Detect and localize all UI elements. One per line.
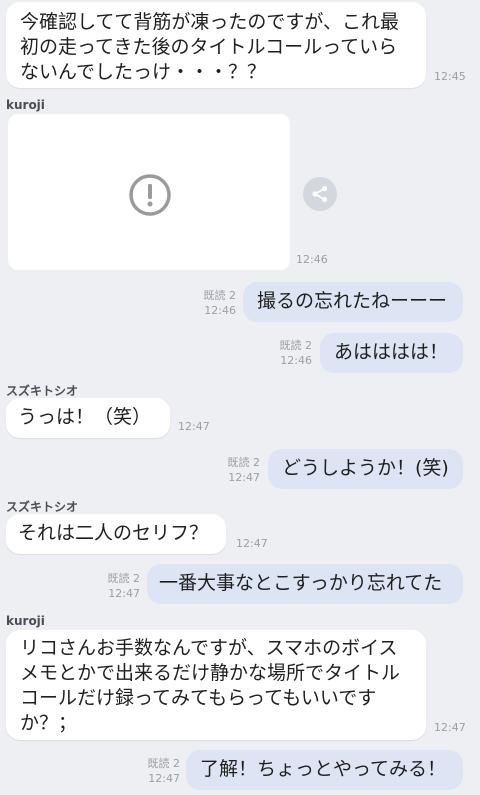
message-time: 12:47 [108,587,140,600]
sender-name: kuroji [6,614,45,628]
message-time: 12:47 [178,420,210,433]
message-time: 12:45 [434,70,466,83]
message-text: 今確認してて背筋が凍ったのですが、これ最初の走ってきた後のタイトルコールっていら… [20,11,400,83]
share-button[interactable] [303,177,337,211]
sender-name: スズキトシオ [6,384,79,398]
message-bubble-incoming[interactable]: うっは！（笑） [6,398,170,438]
message-text: あはははは！ [334,341,449,363]
message-bubble-outgoing[interactable]: 了解！ちょっとやってみる！ [186,750,463,790]
message-time: 12:47 [148,772,180,785]
read-receipt: 既読 2 [227,456,261,469]
message-time: 12:47 [228,471,260,484]
message-time: 12:46 [296,253,328,266]
message-time: 12:47 [236,537,268,550]
message-text: 了解！ちょっとやってみる！ [200,758,447,780]
message-time: 12:46 [204,304,236,317]
image-message[interactable] [8,114,290,270]
message-bubble-outgoing[interactable]: あはははは！ [320,333,463,373]
message-text: うっは！（笑） [18,406,152,428]
message-text: それは二人のセリフ？ [18,522,209,544]
message-bubble-incoming[interactable]: それは二人のセリフ？ [6,514,226,554]
read-receipt: 既読 2 [147,757,181,770]
message-text: リコさんお手数なんですが、スマホのボイスメモとかで出来るだけ静かな場所でタイトル… [20,637,401,734]
read-status: 既読 2 12:47 [218,455,261,485]
message-text: 撮るの忘れたねーーー [257,290,448,312]
read-receipt: 既読 2 [279,339,313,352]
message-bubble-incoming[interactable]: リコさんお手数なんですが、スマホのボイスメモとかで出来るだけ静かな場所でタイトル… [6,630,426,740]
read-status: 既読 2 12:46 [194,288,237,318]
exclamation-circle-icon [129,174,171,216]
read-status: 既読 2 12:46 [270,338,313,368]
read-status: 既読 2 12:47 [138,756,181,786]
read-status: 既読 2 12:47 [98,571,141,601]
sender-name: kuroji [6,98,45,112]
message-bubble-outgoing[interactable]: どうしようか！(笑) [268,449,463,489]
message-time: 12:47 [434,721,466,734]
message-bubble-incoming[interactable]: 今確認してて背筋が凍ったのですが、これ最初の走ってきた後のタイトルコールっていら… [6,2,426,88]
read-receipt: 既読 2 [107,572,141,585]
read-receipt: 既読 2 [203,289,237,302]
message-time: 12:46 [280,354,312,367]
message-bubble-outgoing[interactable]: 撮るの忘れたねーーー [243,282,463,322]
sender-name: スズキトシオ [6,500,79,514]
message-text: 一番大事なとこすっかり忘れてた [159,572,443,594]
share-icon [312,185,328,203]
message-bubble-outgoing[interactable]: 一番大事なとこすっかり忘れてた [147,564,463,604]
message-text: どうしようか！(笑) [282,457,449,479]
